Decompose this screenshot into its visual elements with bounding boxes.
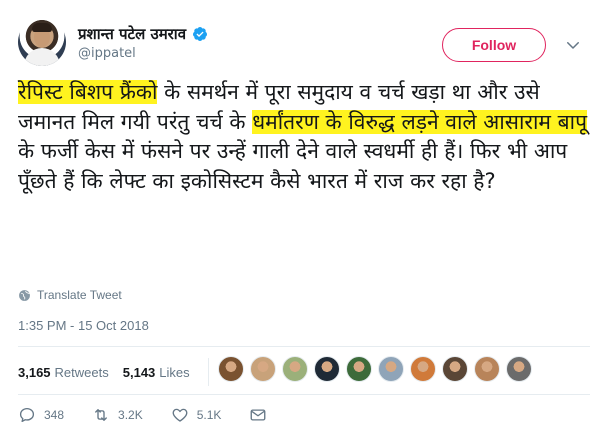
liker-avatar[interactable]: [314, 356, 340, 382]
translate-tweet-link[interactable]: Translate Tweet: [18, 288, 122, 302]
liker-avatar[interactable]: [410, 356, 436, 382]
author-avatar[interactable]: [18, 18, 66, 66]
tweet-text: रेपिस्ट बिशप फ्रैंको के समर्थन में पूरा …: [18, 78, 593, 196]
verified-badge-icon: [193, 27, 208, 41]
tweet-segment-highlighted: रेपिस्ट बिशप फ्रैंको: [18, 80, 158, 104]
heart-icon: [172, 408, 188, 422]
author-display-name[interactable]: प्रशान्त पटेल उमराव: [78, 24, 186, 44]
envelope-icon: [250, 409, 266, 421]
author-handle[interactable]: @ippatel: [78, 46, 136, 61]
retweet-count: 3.2K: [118, 408, 143, 422]
author-name-row[interactable]: प्रशान्त पटेल उमराव: [78, 24, 208, 44]
likes-label: Likes: [159, 364, 190, 380]
like-count: 5.1K: [196, 408, 222, 422]
reply-count: 348: [44, 408, 65, 422]
likes-stat[interactable]: 5,143 Likes: [123, 365, 190, 380]
like-action[interactable]: 5.1K: [171, 406, 222, 424]
liker-avatar[interactable]: [282, 356, 308, 382]
liker-avatar[interactable]: [442, 356, 468, 382]
liker-avatars: [218, 356, 532, 382]
retweet-icon: [95, 409, 107, 421]
liker-avatar[interactable]: [378, 356, 404, 382]
translate-tweet-label[interactable]: Translate Tweet: [37, 288, 122, 302]
chevron-down-icon[interactable]: [564, 36, 582, 54]
tweet-segment-highlighted: धर्मांतरण के विरुद्ध लड़ने वाले आसाराम ब…: [252, 109, 588, 134]
globe-icon: [19, 289, 30, 301]
direct-message-action[interactable]: [249, 406, 267, 424]
retweets-label: Retweets: [54, 364, 109, 380]
divider: [18, 346, 590, 347]
tweet-stats: 3,165 Retweets 5,143 Likes: [18, 355, 213, 389]
liker-avatar[interactable]: [506, 356, 532, 382]
divider: [18, 394, 590, 395]
reply-icon: [19, 407, 35, 423]
retweets-count: 3,165: [18, 364, 51, 380]
liker-avatar[interactable]: [346, 356, 372, 382]
tweet-actions: 348 3.2K 5.1K: [18, 406, 295, 424]
likes-count: 5,143: [122, 364, 156, 380]
tweet-timestamp[interactable]: 1:35 PM - 15 Oct 2018: [18, 318, 149, 333]
stats-separator: [207, 358, 209, 386]
liker-avatar[interactable]: [474, 356, 500, 382]
tweet-segment: के फर्जी केस में फंसने पर उन्हें गाली दे…: [18, 139, 568, 193]
follow-button[interactable]: Follow: [442, 28, 546, 62]
retweet-action[interactable]: 3.2K: [92, 406, 143, 424]
tweet-header: प्रशान्त पटेल उमराव @ippatel Follow: [18, 18, 590, 66]
reply-action[interactable]: 348: [18, 406, 64, 424]
liker-avatar[interactable]: [250, 356, 276, 382]
retweets-stat[interactable]: 3,165 Retweets: [18, 365, 109, 380]
liker-avatar[interactable]: [218, 356, 244, 382]
